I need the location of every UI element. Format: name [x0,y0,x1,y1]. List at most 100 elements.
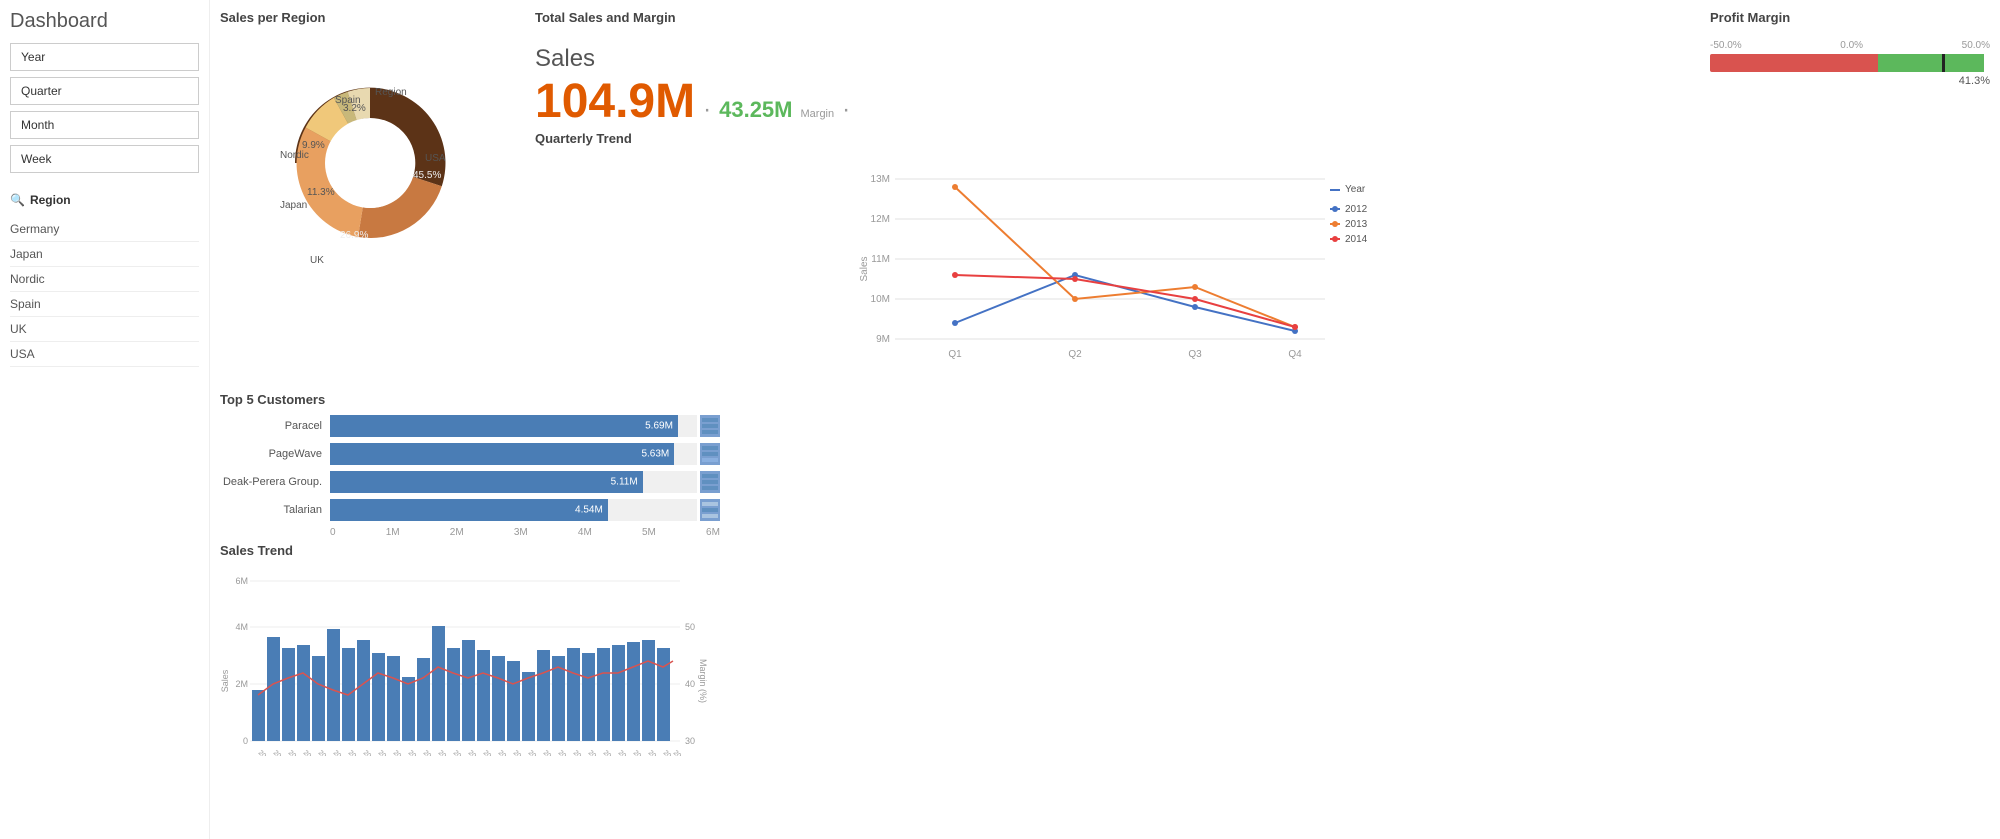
donut-label-usa: USA [425,153,446,164]
middle-row: Top 5 Customers Paracel 5.69M [220,392,1990,759]
svg-text:13M: 13M [871,174,890,185]
filter-month[interactable]: Month [10,111,199,139]
customer-name-deak: Deak-Perera Group. [220,476,330,488]
top-customers-panel: Top 5 Customers Paracel 5.69M [220,392,720,759]
svg-text:10M: 10M [871,294,890,305]
region-header: 🔍 Region [10,193,199,207]
svg-text:30: 30 [685,736,695,746]
margin-mid-label: 0.0% [1840,40,1863,51]
bar-fill-deak: 5.11M [330,471,643,493]
svg-text:2M: 2M [235,679,248,689]
customer-name-paracel: Paracel [220,420,330,432]
donut-chart: USA UK Japan Nordic Spain Region 45.5% 2… [250,33,490,273]
customer-row-deak: Deak-Perera Group. 5.11M [220,471,720,493]
customer-row-talarian: Talarian 4.54M [220,499,720,521]
bar-track-talarian: 4.54M [330,499,697,521]
svg-text:45.5%: 45.5% [413,170,441,181]
region-item-usa[interactable]: USA [10,342,199,367]
line-2013 [955,187,1295,327]
svg-text:40: 40 [685,679,695,689]
profit-margin-title: Profit Margin [1710,10,1990,25]
quarterly-trend-section: Quarterly Trend 9M 10M 11M 12M [535,131,1695,382]
bar-value-deak: 5.11M [611,477,638,488]
sales-trend-panel: Sales Trend 0 2M 4M 6M [220,543,720,759]
bar-chart: Paracel 5.69M [220,415,720,538]
top-customers-title: Top 5 Customers [220,392,720,407]
svg-text:4M: 4M [235,622,248,632]
donut-label-uk: UK [310,255,324,266]
trend-bar-0 [252,690,265,741]
sales-trend-chart: 0 2M 4M 6M 30 40 50 Sales Margin (%) [220,571,710,756]
region-item-spain[interactable]: Spain [10,292,199,317]
region-item-nordic[interactable]: Nordic [10,267,199,292]
bar-mini-paracel [700,415,720,437]
bar-axis: 0 1M 2M 3M 4M 5M 6M [220,527,720,538]
profit-margin-bar-container: -50.0% 0.0% 50.0% 41.3% [1710,40,1990,87]
bar-mini-pagewave [700,443,720,465]
svg-text:26.9%: 26.9% [340,230,368,241]
bar-mini-talarian [700,499,720,521]
filter-year[interactable]: Year [10,43,199,71]
sales-region-title: Sales per Region [220,10,520,25]
filter-quarter[interactable]: Quarter [10,77,199,105]
svg-text:12M: 12M [871,214,890,225]
sales-value: 104.9M [535,78,695,126]
bar-track-pagewave: 5.63M [330,443,697,465]
region-label: Region [30,193,71,207]
svg-text:2014: 2014 [1345,234,1368,245]
svg-text:Year: Year [1345,184,1366,195]
customer-row-pagewave: PageWave 5.63M [220,443,720,465]
dashboard-title: Dashboard [10,10,199,33]
donut-svg: USA UK Japan Nordic Spain Region 45.5% 2… [250,33,490,283]
region-item-uk[interactable]: UK [10,317,199,342]
margin-sub: Margin [801,108,835,120]
main-content: Sales per Region [210,0,2000,839]
region-section: 🔍 Region Germany Japan Nordic Spain UK U… [10,193,199,367]
donut-label-nordic: Nordic [280,150,309,161]
donut-label-japan: Japan [280,200,307,211]
region-item-germany[interactable]: Germany [10,217,199,242]
bar-track-paracel: 5.69M [330,415,697,437]
profit-margin-panel: Profit Margin -50.0% 0.0% 50.0% 41.3% [1710,10,1990,382]
svg-text:9M: 9M [876,334,890,345]
total-sales-title: Total Sales and Margin [535,10,1695,25]
donut-label-region: Region [375,87,407,98]
svg-text:9.9%: 9.9% [302,140,325,151]
bar-fill-pagewave: 5.63M [330,443,674,465]
svg-text:Sales: Sales [859,256,870,281]
region-item-japan[interactable]: Japan [10,242,199,267]
margin-red-portion [1710,54,1878,72]
svg-text:Q3: Q3 [1188,349,1202,360]
margin-indicator [1942,54,1945,72]
svg-text:3.2%: 3.2% [343,103,366,114]
bar-value-talarian: 4.54M [575,505,603,516]
bar-track-deak: 5.11M [330,471,697,493]
sidebar: Dashboard Year Quarter Month Week 🔍 Regi… [0,0,210,839]
sales-label: Sales [535,45,1695,73]
bar-value-paracel: 5.69M [645,421,673,432]
svg-text:Q2: Q2 [1068,349,1082,360]
margin-bar [1710,54,1990,72]
quarterly-chart: 9M 10M 11M 12M 13M Q1 Q2 Q3 Q4 [535,159,1695,379]
margin-max-label: 50.0% [1962,40,1990,51]
svg-text:2014-M...: 2014-M... [672,749,698,756]
bar-value-pagewave: 5.63M [641,449,669,460]
svg-text:6M: 6M [235,576,248,586]
search-icon: 🔍 [10,193,25,207]
x-axis-labels: 2012-Jan 2012-Feb 2012-Mar 2012-Apr 2012… [257,749,698,756]
customer-name-talarian: Talarian [220,504,330,516]
filter-week[interactable]: Week [10,145,199,173]
svg-text:50: 50 [685,622,695,632]
donut-segments [297,88,446,238]
separator: · [703,96,711,124]
margin-value: 43.25M [719,97,792,123]
svg-text:Q1: Q1 [948,349,962,360]
quarterly-trend-title: Quarterly Trend [535,131,1695,146]
margin-bar-labels: -50.0% 0.0% 50.0% [1710,40,1990,51]
sales-trend-title: Sales Trend [220,543,720,558]
bar-axis-labels: 0 1M 2M 3M 4M 5M 6M [330,527,720,538]
margin-green-portion [1878,54,1984,72]
total-sales-panel: Total Sales and Margin Sales 104.9M · 43… [535,10,1695,382]
top-row: Sales per Region [220,10,1990,382]
line-2012 [955,275,1295,331]
